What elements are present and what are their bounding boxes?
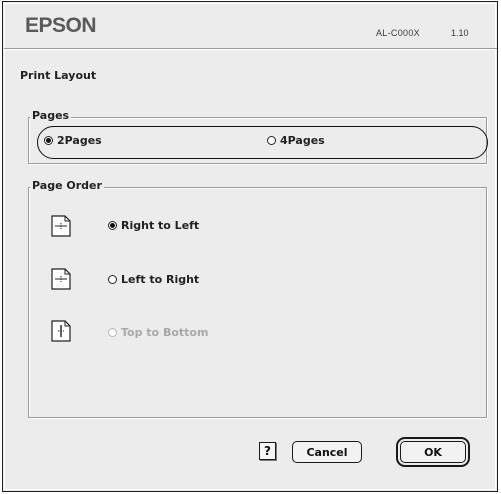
radio-right-to-left-dot[interactable] <box>108 221 117 230</box>
radio-2pages-label: 2Pages <box>57 134 102 147</box>
radio-4pages[interactable]: 4Pages <box>267 134 325 147</box>
page-order-group-label: Page Order <box>30 179 104 192</box>
page-order-group-box <box>28 187 487 418</box>
radio-left-to-right-label: Left to Right <box>121 273 200 286</box>
vertical-order-icon <box>51 320 71 342</box>
radio-top-to-bottom: Top to Bottom <box>108 326 208 339</box>
pages-group-label: Pages <box>30 109 72 122</box>
radio-4pages-dot[interactable] <box>267 136 276 145</box>
radio-2pages-dot[interactable] <box>44 136 53 145</box>
radio-right-to-left[interactable]: Right to Left <box>108 219 199 232</box>
pages-highlight-oval <box>37 126 488 159</box>
section-title: Print Layout <box>20 69 97 82</box>
printer-model: AL-C000X <box>376 28 420 38</box>
radio-right-to-left-label: Right to Left <box>121 219 200 232</box>
header-divider <box>4 48 497 50</box>
cancel-button[interactable]: Cancel <box>292 441 362 463</box>
radio-left-to-right[interactable]: Left to Right <box>108 273 199 286</box>
radio-4pages-label: 4Pages <box>280 134 325 147</box>
radio-top-to-bottom-label: Top to Bottom <box>121 326 209 339</box>
driver-version: 1.10 <box>451 28 469 38</box>
brand-logo: EPSON <box>25 14 97 37</box>
radio-top-to-bottom-dot <box>108 328 117 337</box>
radio-left-to-right-dot[interactable] <box>108 275 117 284</box>
horizontal-order-icon <box>51 268 71 290</box>
help-button[interactable]: ? <box>259 442 276 460</box>
radio-2pages[interactable]: 2Pages <box>44 134 102 147</box>
horizontal-order-icon <box>51 215 71 237</box>
ok-button[interactable]: OK <box>396 437 470 467</box>
